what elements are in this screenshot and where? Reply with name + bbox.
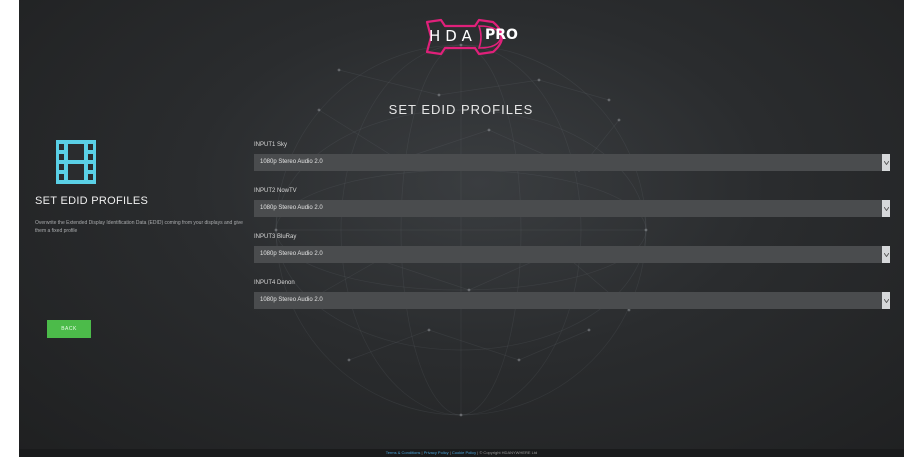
chevron-down-icon[interactable] xyxy=(882,154,890,171)
input-profile-2: INPUT2 NowTV 1080p Stereo Audio 2.0 xyxy=(254,188,890,234)
privacy-link[interactable]: Privacy Policy xyxy=(424,450,449,455)
input-label: INPUT1 Sky xyxy=(254,142,288,148)
sidebar-title: SET EDID PROFILES xyxy=(35,195,149,207)
input-label: INPUT4 Denon xyxy=(254,280,295,286)
app-frame: HDA PRO SET EDID PROFILES SET EDID PROFI… xyxy=(19,0,904,457)
logo-badge: PRO xyxy=(485,27,518,43)
footer: Terms & Conditions | Privacy Policy | Co… xyxy=(19,449,904,457)
select-value: 1080p Stereo Audio 2.0 xyxy=(260,159,323,165)
edid-profile-select[interactable]: 1080p Stereo Audio 2.0 xyxy=(254,154,890,171)
logo-text: HDA xyxy=(429,27,477,45)
input-profile-1: INPUT1 Sky 1080p Stereo Audio 2.0 xyxy=(254,142,890,188)
copyright-text: | © Copyright HDANYWHERE Ltd xyxy=(476,450,538,455)
input-profile-3: INPUT3 BluRay 1080p Stereo Audio 2.0 xyxy=(254,234,890,280)
back-button[interactable]: BACK xyxy=(47,320,91,338)
input-profile-list: INPUT1 Sky 1080p Stereo Audio 2.0 INPUT2… xyxy=(254,142,890,326)
edid-profile-select[interactable]: 1080p Stereo Audio 2.0 xyxy=(254,200,890,217)
input-label: INPUT3 BluRay xyxy=(254,234,297,240)
page-title: SET EDID PROFILES xyxy=(388,102,534,117)
film-strip-icon xyxy=(56,140,96,184)
input-label: INPUT2 NowTV xyxy=(254,188,297,194)
chevron-down-icon[interactable] xyxy=(882,292,890,309)
edid-profile-select[interactable]: 1080p Stereo Audio 2.0 xyxy=(254,292,890,309)
chevron-down-icon[interactable] xyxy=(882,246,890,263)
edid-profile-select[interactable]: 1080p Stereo Audio 2.0 xyxy=(254,246,890,263)
terms-link[interactable]: Terms & Conditions xyxy=(386,450,421,455)
select-value: 1080p Stereo Audio 2.0 xyxy=(260,251,323,257)
select-value: 1080p Stereo Audio 2.0 xyxy=(260,297,323,303)
select-value: 1080p Stereo Audio 2.0 xyxy=(260,205,323,211)
cookie-link[interactable]: Cookie Policy xyxy=(452,450,476,455)
chevron-down-icon[interactable] xyxy=(882,200,890,217)
input-profile-4: INPUT4 Denon 1080p Stereo Audio 2.0 xyxy=(254,280,890,326)
sidebar-description: Overwrite the Extended Display Identific… xyxy=(35,220,243,234)
